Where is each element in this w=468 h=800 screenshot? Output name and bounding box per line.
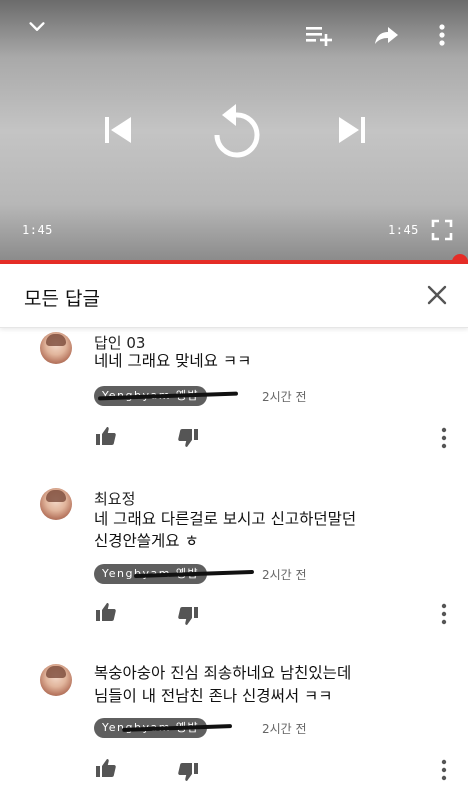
duration: 1:45	[388, 223, 419, 237]
add-to-queue-button[interactable]	[302, 20, 336, 50]
more-options-button[interactable]	[430, 20, 454, 50]
chevron-down-icon	[29, 22, 45, 31]
skip-previous-icon	[105, 117, 131, 143]
current-time: 1:45	[22, 223, 53, 237]
like-button[interactable]	[94, 600, 118, 624]
comment-author[interactable]: 최요정	[94, 488, 135, 509]
avatar[interactable]	[40, 664, 72, 696]
reply-comment: 복숭아숭아 진심 죄송하네요 남친있는데 님들이 내 전남친 존나 신경써서 ㅋ…	[0, 660, 468, 800]
fullscreen-button[interactable]	[428, 216, 456, 244]
next-button[interactable]	[332, 110, 372, 150]
replies-title: 모든 답글	[24, 288, 100, 310]
video-player[interactable]: 1:45 1:45	[0, 0, 468, 262]
more-vert-icon	[439, 24, 445, 46]
comment-menu-button[interactable]	[436, 758, 452, 782]
dislike-button[interactable]	[176, 604, 200, 628]
thumb-up-icon	[96, 759, 116, 777]
collapse-button[interactable]	[22, 12, 52, 42]
mention-chip[interactable]: Yengbyam 옝뱜	[94, 718, 233, 738]
comment-menu-button[interactable]	[436, 426, 452, 450]
comment-timestamp: 2시간 전	[262, 722, 307, 736]
comment-text: 복숭아숭아 진심 죄송하네요 남친있는데	[94, 664, 352, 682]
comment-timestamp: 2시간 전	[262, 390, 307, 404]
more-vert-icon	[441, 603, 447, 625]
like-button[interactable]	[94, 424, 118, 448]
thumb-down-icon	[178, 607, 198, 625]
comment-timestamp: 2시간 전	[262, 568, 307, 582]
comment-text: 신경안쓸게요 ㅎ	[94, 532, 199, 550]
fullscreen-icon	[431, 219, 453, 241]
close-replies-button[interactable]	[424, 282, 450, 308]
close-icon	[427, 285, 447, 305]
like-button[interactable]	[94, 756, 118, 780]
replay-button[interactable]	[206, 100, 266, 164]
share-button[interactable]	[372, 20, 402, 50]
reply-comment: 답인 03 네네 그래요 맞네요 ㅋㅋ Yengbyam 옝뱜 2시간 전	[0, 330, 468, 450]
thumb-up-icon	[96, 603, 116, 621]
comment-menu-button[interactable]	[436, 602, 452, 626]
mention-chip[interactable]: Yengbyam 옝뱜	[94, 386, 239, 406]
thumb-down-icon	[178, 763, 198, 781]
comment-text: 네네 그래요 맞네요 ㅋㅋ	[94, 352, 252, 370]
comment-text: 네 그래요 다른걸로 보시고 신고하던말던	[94, 510, 357, 528]
share-icon	[375, 27, 398, 44]
replies-header: 모든 답글	[0, 264, 468, 328]
mention-chip[interactable]: Yengbyam 옝뱜	[94, 564, 255, 584]
previous-button[interactable]	[98, 110, 138, 150]
skip-next-icon	[339, 117, 365, 143]
more-vert-icon	[441, 427, 447, 449]
dislike-button[interactable]	[176, 760, 200, 784]
replay-icon	[214, 104, 260, 158]
thumb-down-icon	[178, 429, 198, 447]
playlist-add-icon	[306, 27, 332, 46]
comment-text: 님들이 내 전남친 존나 신경써서 ㅋㅋ	[94, 687, 333, 705]
thumb-up-icon	[96, 427, 116, 445]
avatar[interactable]	[40, 488, 72, 520]
avatar[interactable]	[40, 332, 72, 364]
more-vert-icon	[441, 759, 447, 781]
reply-comment: 최요정 네 그래요 다른걸로 보시고 신고하던말던 신경안쓸게요 ㅎ Yengb…	[0, 484, 468, 634]
dislike-button[interactable]	[176, 426, 200, 450]
